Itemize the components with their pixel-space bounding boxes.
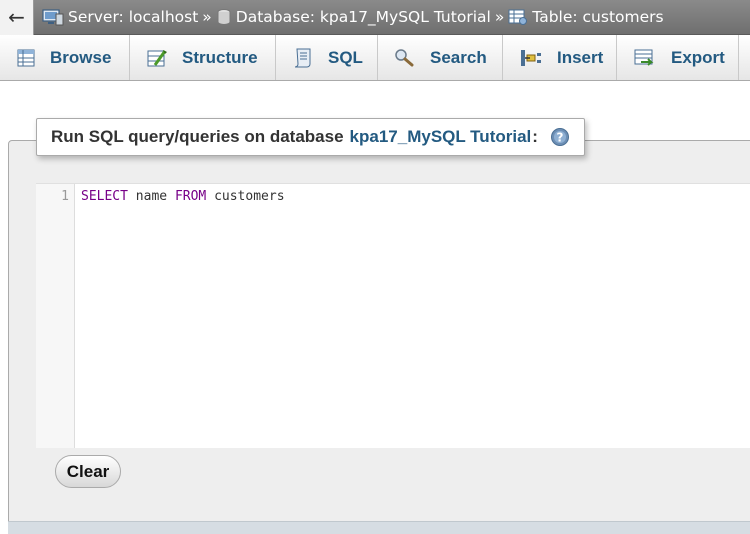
sql-identifier: customers (206, 189, 285, 204)
sql-code-line[interactable]: SELECT name FROM customers (75, 184, 750, 448)
legend-database-link[interactable]: kpa17_MySQL Tutorial (350, 127, 532, 147)
breadcrumb-separator: » (494, 8, 505, 26)
export-icon (633, 48, 657, 68)
tab-insert[interactable]: Insert (503, 35, 617, 80)
breadcrumb-bar: ← Server: localhost » Database: kpa17_My… (0, 0, 750, 35)
structure-icon (146, 48, 168, 68)
breadcrumb-database[interactable]: Database: kpa17_MySQL Tutorial (216, 8, 491, 26)
tab-browse-label: Browse (50, 47, 112, 67)
table-icon (508, 8, 528, 26)
sql-icon (292, 47, 314, 69)
panel-footer-strip (8, 521, 750, 534)
sql-editor[interactable]: 1 SELECT name FROM customers (36, 183, 750, 448)
tab-more[interactable] (739, 35, 750, 80)
browse-icon (16, 48, 36, 68)
query-panel-legend: Run SQL query/queries on database kpa17_… (36, 118, 585, 156)
clear-button[interactable]: Clear (55, 455, 121, 488)
sql-identifier: name (127, 189, 175, 204)
tab-browse[interactable]: Browse (0, 35, 130, 80)
breadcrumb-server-label: Server: localhost (68, 8, 199, 26)
breadcrumb-table[interactable]: Table: customers (508, 8, 664, 26)
legend-text: Run SQL query/queries on database (51, 127, 344, 146)
tab-insert-label: Insert (557, 47, 604, 67)
tab-structure[interactable]: Structure (130, 35, 276, 80)
breadcrumb-server[interactable]: Server: localhost (42, 8, 198, 26)
tab-search[interactable]: Search (378, 35, 503, 80)
sql-keyword: FROM (174, 189, 207, 204)
back-button[interactable]: ← (0, 0, 34, 35)
help-icon[interactable]: ? (550, 127, 570, 147)
breadcrumb-database-label: Database: kpa17_MySQL Tutorial (235, 8, 491, 26)
legend-colon: : (532, 127, 538, 146)
tab-sql-label: SQL (328, 47, 363, 67)
tab-bar: Browse Structure SQL Search Insert Expor… (0, 35, 750, 81)
tab-sql[interactable]: SQL (276, 35, 378, 80)
breadcrumb-table-label: Table: customers (532, 8, 664, 26)
line-number-gutter: 1 (36, 184, 75, 448)
tab-export-label: Export (671, 47, 725, 67)
tab-structure-label: Structure (182, 47, 258, 67)
line-number: 1 (61, 189, 69, 204)
tab-search-label: Search (430, 47, 487, 67)
server-icon (42, 8, 64, 26)
svg-text:?: ? (556, 131, 563, 145)
sql-keyword: SELECT (81, 189, 128, 204)
insert-icon (519, 47, 543, 69)
breadcrumb-separator: » (202, 8, 212, 26)
database-icon (216, 8, 232, 26)
search-icon (394, 48, 416, 68)
tab-export[interactable]: Export (617, 35, 739, 80)
